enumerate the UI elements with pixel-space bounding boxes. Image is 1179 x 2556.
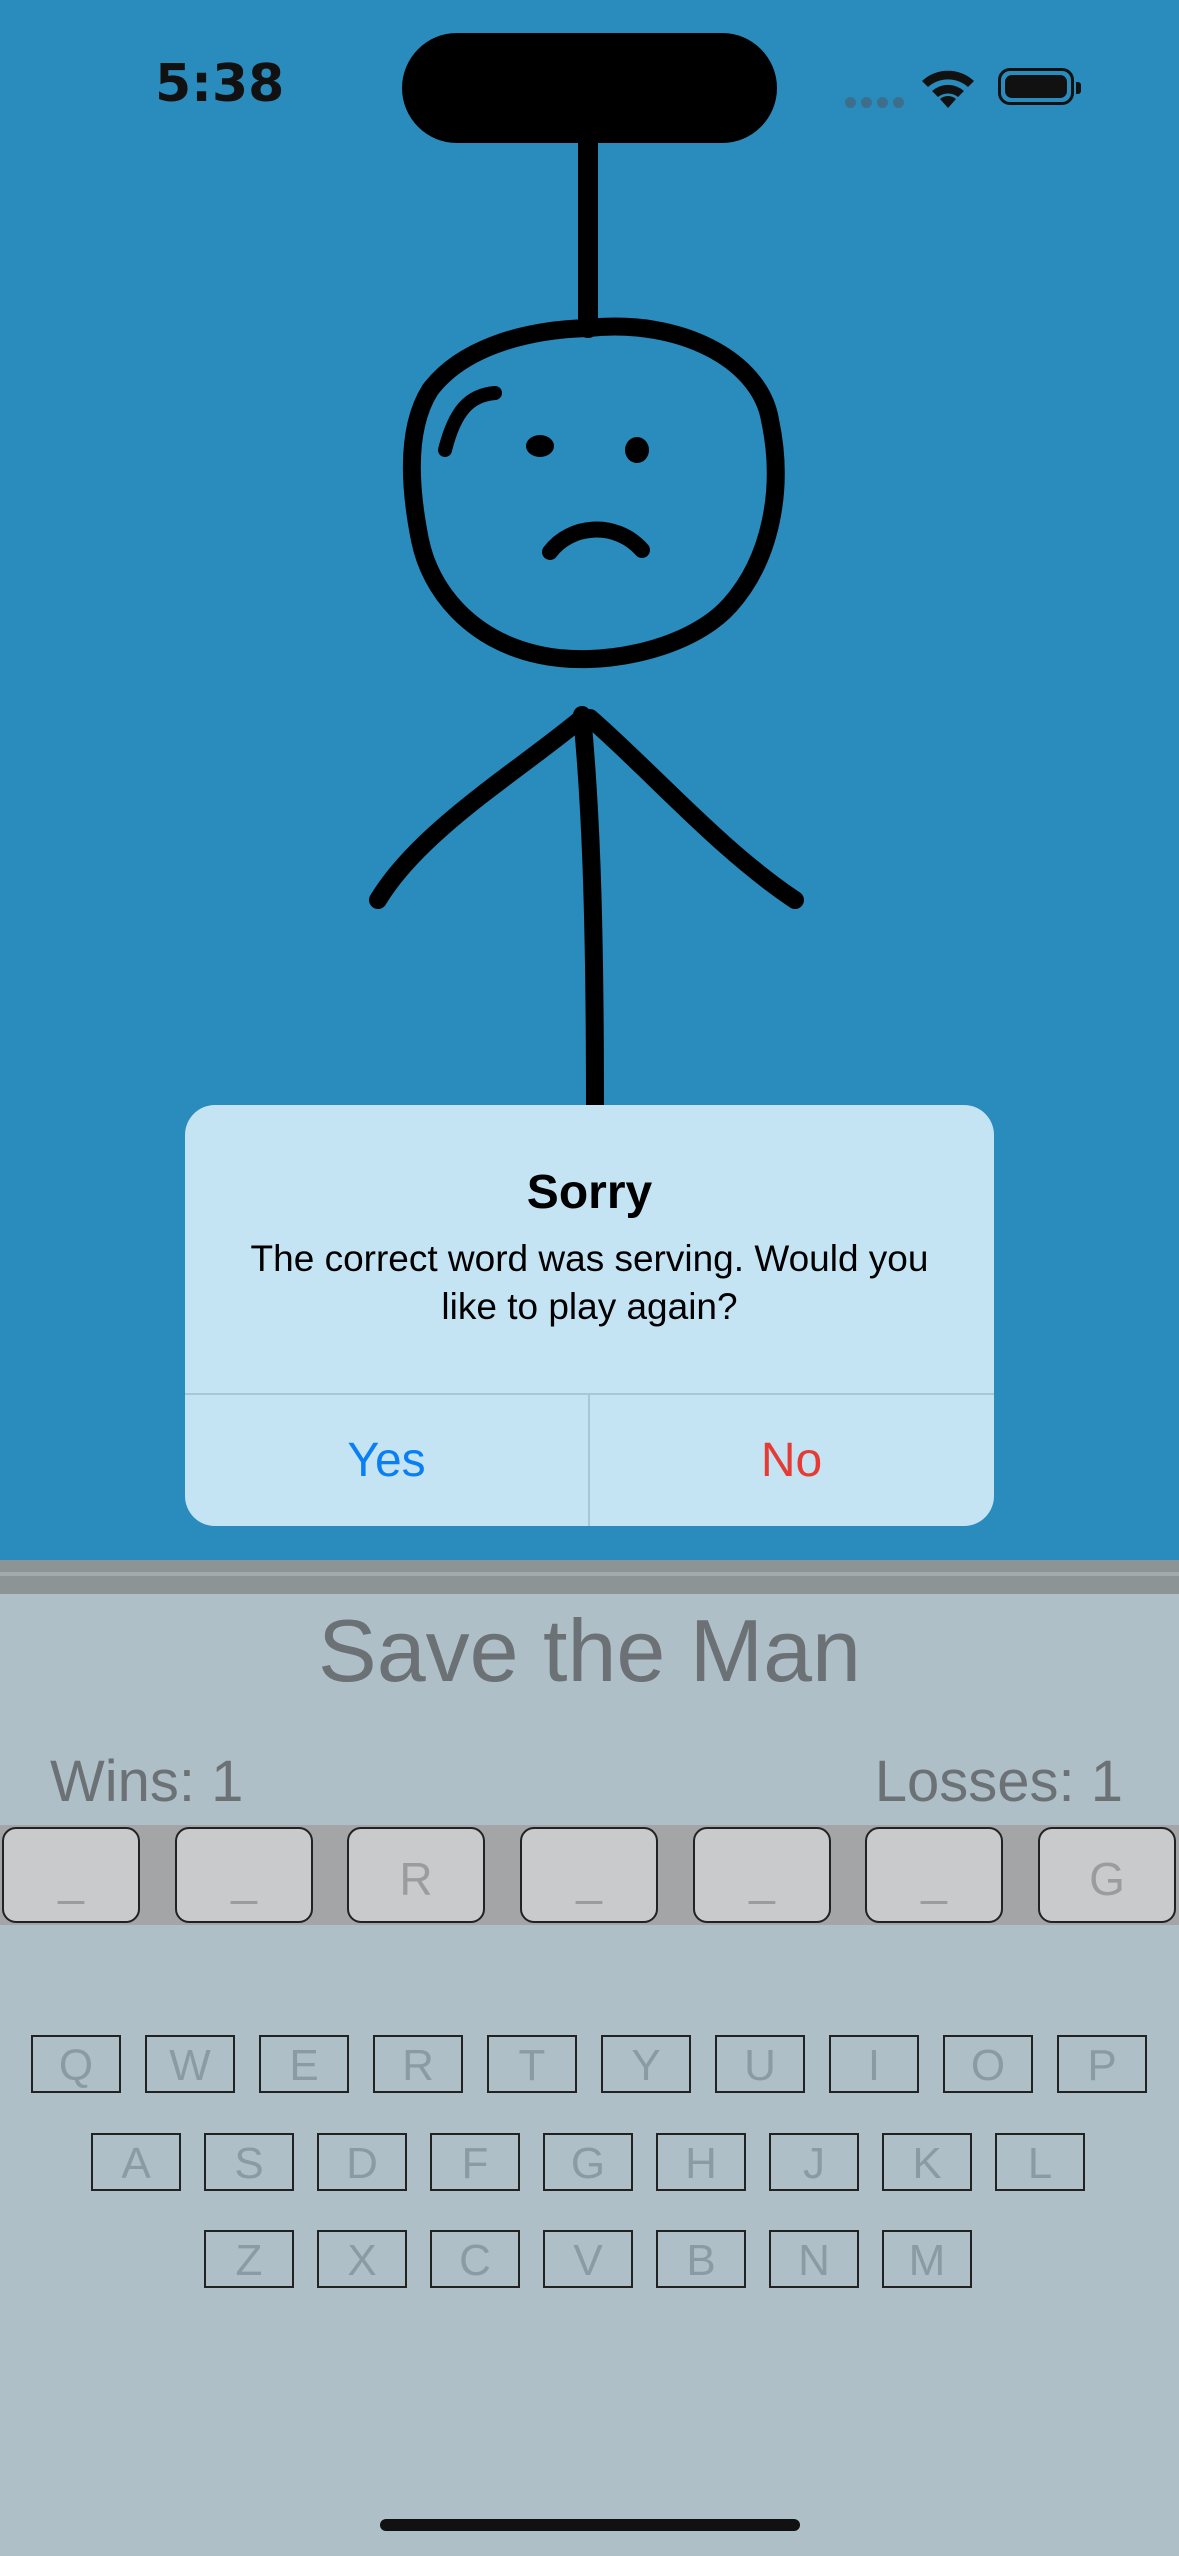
alert-message: The correct word was serving. Would you …	[250, 1238, 929, 1327]
key-w[interactable]: W	[145, 2035, 235, 2093]
body	[573, 706, 604, 1119]
key-t[interactable]: T	[487, 2035, 577, 2093]
letter-slot: _	[520, 1827, 658, 1923]
key-p[interactable]: P	[1057, 2035, 1147, 2093]
cellular-signal-icon	[845, 95, 909, 113]
letter-slot: G	[1038, 1827, 1176, 1923]
left-eye	[526, 435, 554, 457]
key-z[interactable]: Z	[204, 2230, 294, 2288]
hair-stroke	[438, 386, 502, 457]
key-v[interactable]: V	[543, 2230, 633, 2288]
key-l[interactable]: L	[995, 2133, 1085, 2191]
key-c[interactable]: C	[430, 2230, 520, 2288]
letter-slot: _	[865, 1827, 1003, 1923]
letter-slot: R	[347, 1827, 485, 1923]
alert-title: Sorry	[526, 1166, 653, 1219]
hangman-figure	[369, 130, 804, 1119]
key-j[interactable]: J	[769, 2133, 859, 2191]
frown-mouth	[542, 521, 650, 560]
yes-button[interactable]: Yes	[185, 1395, 588, 1526]
head	[402, 317, 785, 669]
key-q[interactable]: Q	[31, 2035, 121, 2093]
section-divider	[0, 1560, 1179, 1594]
hangman-scene: 5:38 Sorry The correct word was serving.…	[0, 0, 1179, 1560]
key-b[interactable]: B	[656, 2230, 746, 2288]
dynamic-island	[402, 33, 777, 143]
right-eye	[625, 437, 649, 463]
losses-counter: Losses: 1	[874, 1749, 1123, 1814]
key-o[interactable]: O	[943, 2035, 1033, 2093]
key-f[interactable]: F	[430, 2133, 520, 2191]
key-d[interactable]: D	[317, 2133, 407, 2191]
letter-slot: _	[2, 1827, 140, 1923]
key-s[interactable]: S	[204, 2133, 294, 2191]
letter-slot: _	[693, 1827, 831, 1923]
key-m[interactable]: M	[882, 2230, 972, 2288]
status-time: 5:38	[155, 54, 285, 114]
no-button[interactable]: No	[590, 1395, 993, 1526]
game-over-alert: Sorry The correct word was serving. Woul…	[185, 1105, 994, 1526]
key-n[interactable]: N	[769, 2230, 859, 2288]
key-h[interactable]: H	[656, 2133, 746, 2191]
wins-counter: Wins: 1	[50, 1749, 244, 1814]
wifi-icon	[922, 70, 974, 108]
key-y[interactable]: Y	[601, 2035, 691, 2093]
left-arm	[369, 709, 591, 909]
key-u[interactable]: U	[715, 2035, 805, 2093]
letter-slot: _	[175, 1827, 313, 1923]
key-a[interactable]: A	[91, 2133, 181, 2191]
game-title: Save the Man	[318, 1601, 861, 1700]
key-i[interactable]: I	[829, 2035, 919, 2093]
key-e[interactable]: E	[259, 2035, 349, 2093]
home-indicator[interactable]	[380, 2519, 800, 2531]
key-x[interactable]: X	[317, 2230, 407, 2288]
key-k[interactable]: K	[882, 2133, 972, 2191]
key-r[interactable]: R	[373, 2035, 463, 2093]
right-arm	[581, 709, 804, 909]
status-bar: 5:38	[0, 0, 1179, 150]
key-g[interactable]: G	[543, 2133, 633, 2191]
battery-icon	[998, 68, 1081, 105]
